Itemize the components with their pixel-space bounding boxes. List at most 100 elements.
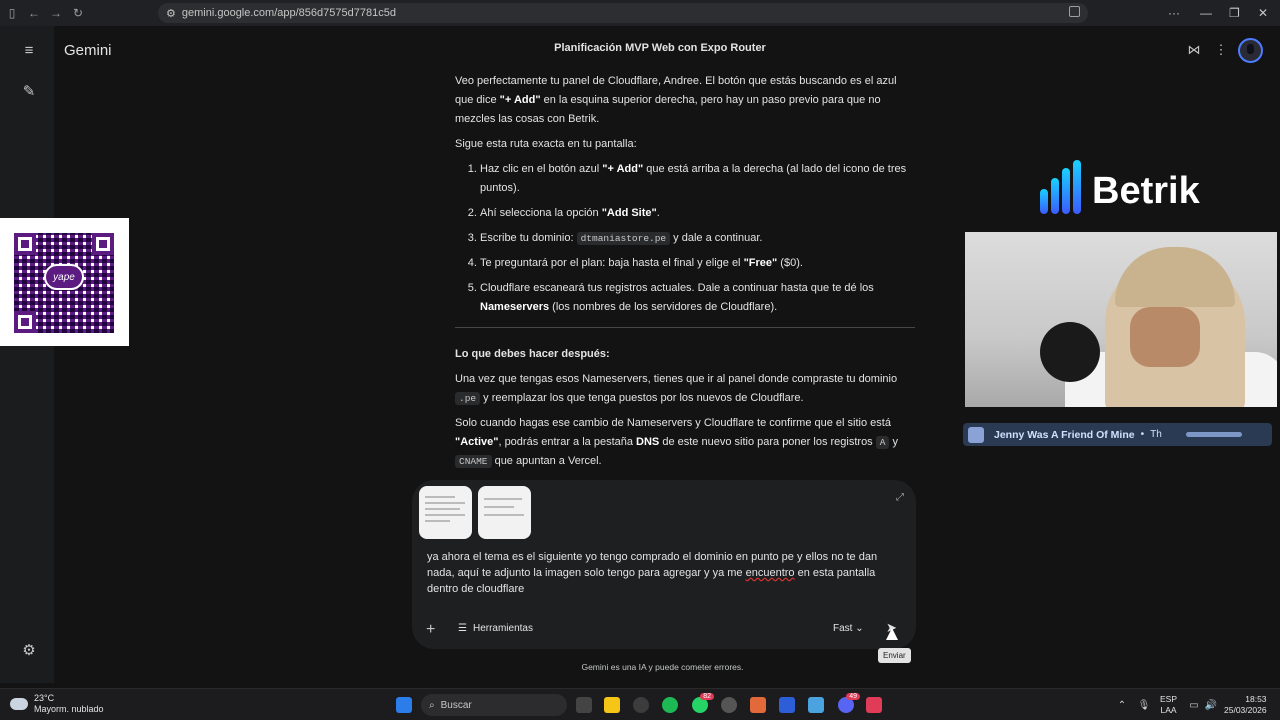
minimize-icon[interactable]: — <box>1200 0 1212 26</box>
route-intro: Sigue esta ruta exacta en tu pantalla: <box>455 138 637 150</box>
disclaimer: Gemini es una IA y puede cometer errores… <box>581 662 744 672</box>
tray-chevron-icon[interactable]: ⌃ <box>1114 697 1130 713</box>
list-item: Escribe tu dominio: dtmaniastore.pe y da… <box>480 229 915 248</box>
lang-2: LAA <box>1160 705 1177 715</box>
expand-icon[interactable]: ⤢ <box>896 492 904 503</box>
after-text: y <box>889 436 899 448</box>
discord-icon[interactable]: 49 <box>838 693 860 713</box>
step-text: (los nombres de los servidores de Cloudf… <box>549 301 778 313</box>
sidebar-toggle-icon[interactable]: ▯ <box>2 3 22 23</box>
step-text: ($0). <box>777 257 803 269</box>
lang-1: ESP <box>1160 694 1178 704</box>
after-text: que apuntan a Vercel. <box>491 455 602 467</box>
active-bold: "Active" <box>455 436 499 448</box>
webcam-feed <box>965 232 1277 407</box>
step-text: Ahí selecciona la opción <box>480 207 602 219</box>
mode-selector[interactable]: Fast ⌄ <box>833 623 864 634</box>
tld-code: .pe <box>455 392 481 405</box>
prompt-composer[interactable]: ⤢ ya ahora el tema es el siguiente yo te… <box>412 480 916 649</box>
attachment-thumbnail[interactable] <box>419 486 472 539</box>
chrome-icon[interactable] <box>633 697 649 713</box>
clock-date: 25/03/2026 <box>1224 705 1267 715</box>
clock[interactable]: 18:53 25/03/2026 <box>1224 694 1267 716</box>
record-a-code: A <box>875 436 890 449</box>
record-cname-code: CNAME <box>455 455 492 468</box>
logo-bar <box>1051 178 1059 214</box>
chevron-down-icon: ⌄ <box>855 623 864 634</box>
add-attachment-icon[interactable]: + <box>426 621 435 639</box>
app-a-icon[interactable] <box>779 697 795 713</box>
response-content: Veo perfectamente tu panel de Cloudflare… <box>455 72 915 477</box>
domain-code: dtmaniastore.pe <box>576 232 671 245</box>
mode-label: Fast <box>833 623 853 634</box>
step-text: Haz clic en el botón azul <box>480 163 603 175</box>
address-bar[interactable]: ⚙ gemini.google.com/app/856d7575d7781c5d <box>158 3 1088 23</box>
intro-bold: "+ Add" <box>499 94 541 106</box>
claude-icon[interactable] <box>750 697 766 713</box>
taskbar-search[interactable]: ⌕ Buscar <box>421 694 567 716</box>
app-brand[interactable]: Gemini <box>64 42 112 59</box>
windows-start-icon[interactable] <box>396 697 412 713</box>
discord-badge: 49 <box>846 693 860 700</box>
webcam-face <box>1130 307 1200 367</box>
settings-icon[interactable]: ⚙ <box>19 640 39 660</box>
step-bold: "+ Add" <box>602 163 644 175</box>
search-icon: ⌕ <box>429 699 435 711</box>
avatar[interactable] <box>1238 38 1263 63</box>
now-playing-bar: Jenny Was A Friend Of Mine • Th <box>963 423 1272 446</box>
network-icon[interactable]: ▭ <box>1186 697 1202 713</box>
tools-button[interactable]: ☰ Herramientas <box>458 623 533 634</box>
share-icon[interactable]: ⋈ <box>1186 42 1202 58</box>
browser-menu-icon[interactable]: ··· <box>1168 0 1180 26</box>
list-item: Haz clic en el botón azul "+ Add" que es… <box>480 160 915 198</box>
logo-bar <box>1040 189 1048 214</box>
url-text: gemini.google.com/app/856d7575d7781c5d <box>181 7 396 19</box>
back-icon[interactable]: ← <box>24 3 44 23</box>
webcam-microphone <box>1040 322 1100 382</box>
new-chat-icon[interactable]: ✎ <box>19 81 39 101</box>
step-text: y dale a continuar. <box>670 232 763 244</box>
attachment-thumbnail[interactable] <box>478 486 531 539</box>
webcam-cap <box>1115 247 1235 307</box>
reload-icon[interactable]: ↻ <box>68 3 88 23</box>
after-text: Solo cuando hagas ese cambio de Nameserv… <box>455 417 891 429</box>
notepad-icon[interactable] <box>808 697 824 713</box>
restore-icon[interactable]: ❐ <box>1229 0 1240 26</box>
step-text: Te preguntará por el plan: baja hasta el… <box>480 257 744 269</box>
whatsapp-icon[interactable]: 82 <box>692 693 714 713</box>
spotify-icon[interactable] <box>662 697 678 713</box>
after-paragraph-2: Solo cuando hagas ese cambio de Nameserv… <box>455 414 915 471</box>
menu-icon[interactable]: ≡ <box>19 40 39 60</box>
prompt-input[interactable]: ya ahora el tema es el siguiente yo teng… <box>427 549 897 597</box>
more-options-icon[interactable]: ⋮ <box>1213 42 1229 58</box>
site-info-icon[interactable]: ⚙ <box>166 7 176 20</box>
close-icon[interactable]: ✕ <box>1258 0 1268 26</box>
language-indicator[interactable]: ESP LAA <box>1160 694 1177 716</box>
yape-qr-code: yape <box>0 218 129 346</box>
send-tooltip: Enviar <box>878 648 911 663</box>
song-progress <box>1186 432 1242 437</box>
page-action-icon[interactable] <box>1069 6 1080 17</box>
task-view-icon[interactable] <box>576 697 592 713</box>
microphone-icon[interactable]: 🎙 <box>1136 697 1152 713</box>
after-text: de este nuevo sitio para poner los regis… <box>659 436 876 448</box>
divider <box>455 327 915 328</box>
weather-widget[interactable]: 23°C Mayorm. nublado <box>10 693 104 715</box>
logo-bar <box>1062 168 1070 214</box>
sidebar <box>0 26 54 683</box>
list-item: Ahí selecciona la opción "Add Site". <box>480 204 915 223</box>
after-paragraph-1: Una vez que tengas esos Nameservers, tie… <box>455 370 915 408</box>
forward-icon[interactable]: → <box>46 3 66 23</box>
volume-icon[interactable]: 🔊 <box>1203 697 1219 713</box>
separator-dot: • <box>1140 429 1145 440</box>
chat-title[interactable]: Planificación MVP Web con Expo Router <box>460 42 860 54</box>
app-red-icon[interactable] <box>866 697 882 713</box>
weather-desc: Mayorm. nublado <box>34 704 104 714</box>
qr-finder <box>14 311 36 333</box>
file-explorer-icon[interactable] <box>604 697 620 713</box>
yape-logo: yape <box>44 264 84 290</box>
weather-temp: 23°C <box>34 693 55 703</box>
obs-icon[interactable] <box>721 697 737 713</box>
tools-label: Herramientas <box>472 623 533 634</box>
logo-bar <box>1073 160 1081 214</box>
